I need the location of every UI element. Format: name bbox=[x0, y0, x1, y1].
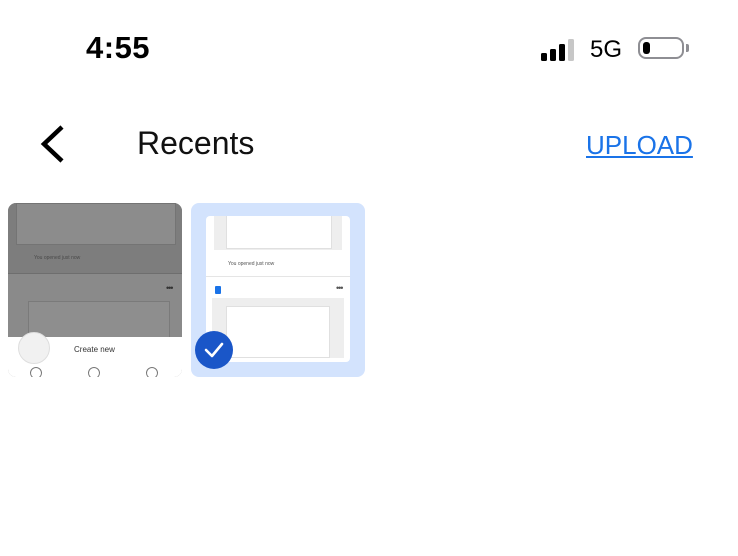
screenshot-thumbnail[interactable]: You opened just now ••• Create new bbox=[8, 203, 182, 377]
camera-icon bbox=[146, 367, 158, 377]
status-bar: 4:55 5G bbox=[0, 0, 738, 100]
preview-divider bbox=[206, 276, 350, 277]
preview-caption: You opened just now bbox=[228, 261, 275, 267]
preview-bottom-sheet: Create new bbox=[8, 332, 182, 377]
selection-badge bbox=[195, 331, 233, 369]
more-options-icon: ••• bbox=[336, 283, 344, 293]
more-options-icon: ••• bbox=[166, 283, 174, 293]
battery-cap bbox=[686, 44, 689, 52]
status-time: 4:55 bbox=[86, 30, 151, 65]
chevron-left-icon bbox=[40, 125, 64, 163]
checkmark-icon bbox=[204, 342, 224, 358]
preview-top-area: You opened just now bbox=[8, 203, 182, 273]
screenshot-thumbnail-selected[interactable]: You opened just now ••• bbox=[191, 203, 365, 377]
back-button[interactable] bbox=[36, 122, 76, 166]
document-icon bbox=[215, 286, 221, 294]
preview-caption: You opened just now bbox=[34, 255, 81, 261]
folder-icon bbox=[30, 367, 42, 377]
battery-fill bbox=[643, 42, 650, 54]
avatar bbox=[18, 332, 50, 364]
preview-divider bbox=[8, 273, 182, 274]
sheet-label: Create new bbox=[74, 345, 115, 354]
page-title: Recents bbox=[137, 125, 255, 161]
cellular-signal-icon bbox=[541, 39, 574, 61]
preview-card-page bbox=[226, 216, 332, 249]
upload-button[interactable]: UPLOAD bbox=[586, 130, 693, 161]
app-bar: Recents UPLOAD bbox=[0, 100, 738, 190]
battery-low-icon bbox=[638, 37, 684, 59]
preview-card bbox=[214, 216, 342, 250]
preview-card-page bbox=[226, 306, 330, 358]
network-type: 5G bbox=[590, 36, 623, 63]
preview-card bbox=[16, 203, 176, 245]
upload-icon bbox=[88, 367, 100, 377]
